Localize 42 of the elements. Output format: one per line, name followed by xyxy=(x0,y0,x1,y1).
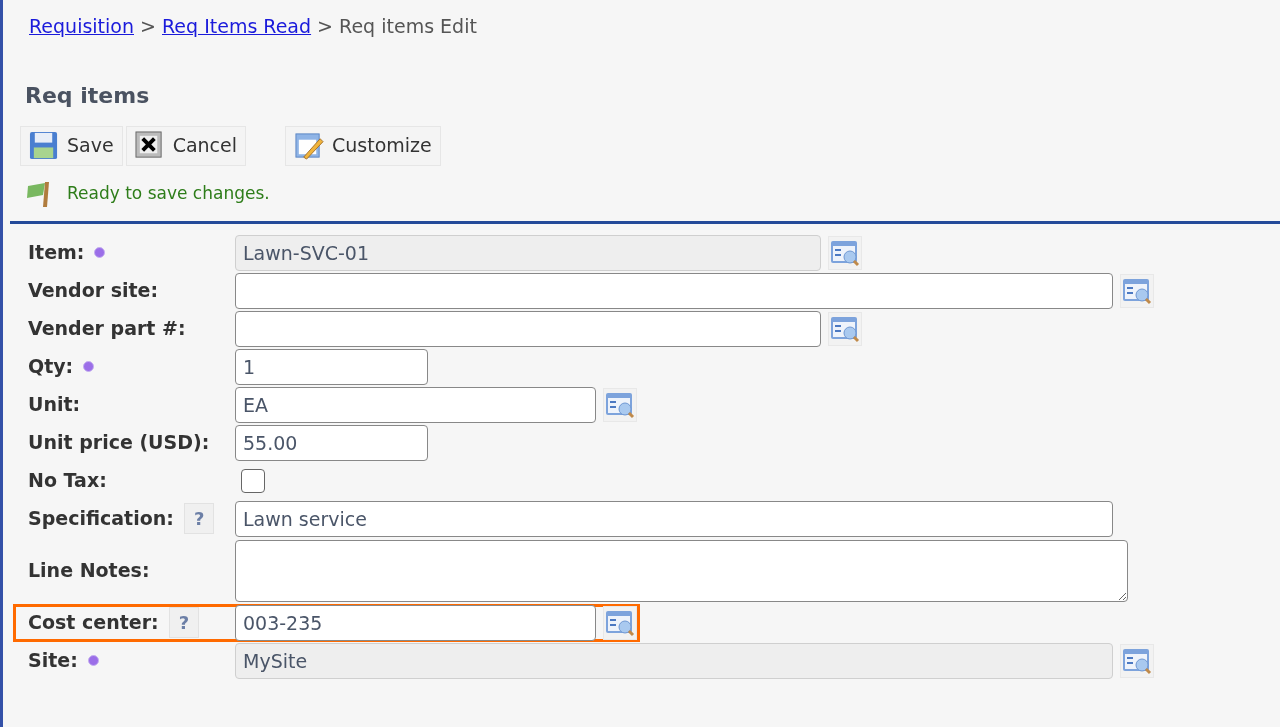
field-label: No Tax: xyxy=(28,468,107,494)
breadcrumb-separator: > xyxy=(139,15,157,37)
breadcrumb-link[interactable]: Req Items Read xyxy=(162,15,312,37)
lookup-button[interactable] xyxy=(1120,643,1154,678)
cancel-button[interactable]: Cancel xyxy=(125,125,246,166)
breadcrumb-link[interactable]: Requisition xyxy=(29,15,134,37)
field-label: Site: xyxy=(28,648,78,674)
close-icon xyxy=(134,130,165,161)
page-heading: Req items xyxy=(25,81,151,110)
breadcrumb-current: Req items Edit xyxy=(339,15,477,37)
field-label: Specification: xyxy=(28,506,174,532)
window-pencil-icon xyxy=(294,130,324,161)
textarea-field[interactable] xyxy=(235,539,1128,602)
lookup-button[interactable] xyxy=(1120,273,1154,308)
input-field[interactable] xyxy=(235,272,1113,309)
input-field[interactable]: Lawn service xyxy=(235,500,1113,537)
checkbox[interactable] xyxy=(241,468,265,493)
customize-button[interactable]: Customize xyxy=(285,125,441,166)
lookup-button[interactable] xyxy=(828,311,862,346)
field-label: Qty: xyxy=(28,354,74,380)
help-button[interactable]: ? xyxy=(183,503,215,534)
save-button[interactable]: Save xyxy=(20,125,123,166)
field-label: Unit price (USD): xyxy=(28,430,210,456)
field-label: Line Notes: xyxy=(28,558,150,584)
lookup-button[interactable] xyxy=(828,235,862,270)
field-label: Cost center: xyxy=(28,610,159,636)
field-label: Unit: xyxy=(28,392,81,418)
help-button[interactable]: ? xyxy=(168,607,200,638)
input-field[interactable]: 1 xyxy=(235,348,428,385)
input-field[interactable] xyxy=(235,310,821,347)
breadcrumb-separator: > xyxy=(316,15,335,37)
lookup-button[interactable] xyxy=(603,605,637,640)
input-field[interactable]: Lawn-SVC-01 xyxy=(235,234,821,271)
input-field[interactable]: 003-235 xyxy=(235,604,596,641)
lookup-button[interactable] xyxy=(603,387,637,422)
input-field[interactable]: EA xyxy=(235,386,596,423)
field-label: Vendor site: xyxy=(28,278,159,304)
field-label: Vender part #: xyxy=(28,316,186,342)
field-label: Item: xyxy=(28,240,85,266)
status-message: Ready to save changes. xyxy=(67,181,270,205)
input-field[interactable]: 55.00 xyxy=(235,424,428,461)
input-field[interactable]: MySite xyxy=(235,642,1113,679)
